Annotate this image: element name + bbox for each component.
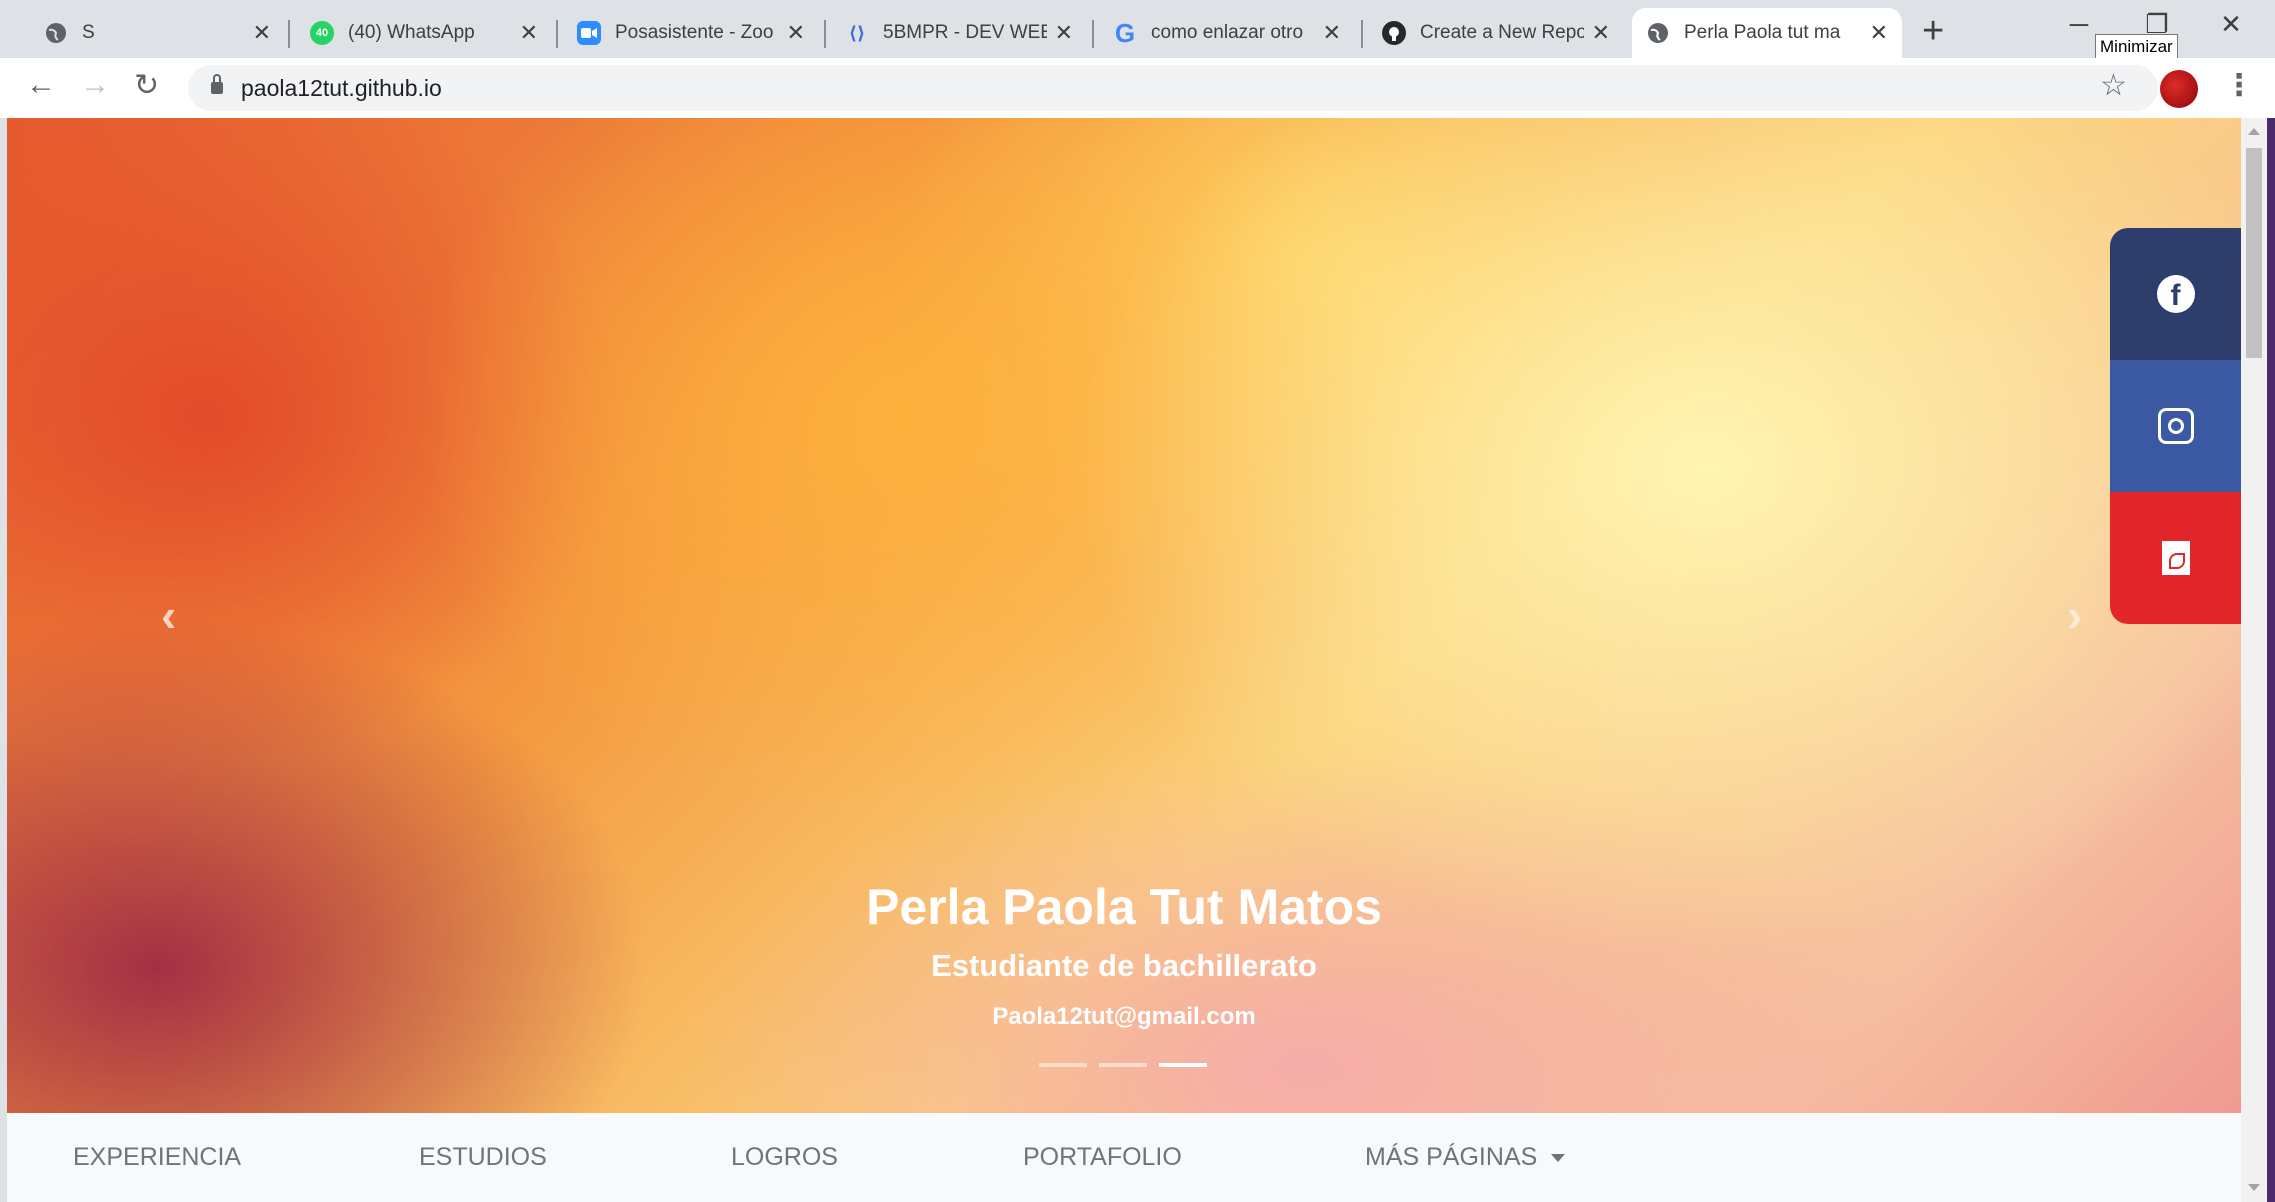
nav-item-portafolio[interactable]: PORTAFOLIO	[1023, 1143, 1182, 1172]
carousel-indicator[interactable]	[1039, 1063, 1087, 1067]
address-bar[interactable]: paola12tut.github.io	[188, 65, 2158, 111]
globe-icon	[1646, 21, 1670, 45]
facebook-link[interactable]: f	[2110, 228, 2241, 360]
nav-item-experiencia[interactable]: EXPERIENCIA	[73, 1143, 241, 1172]
scroll-down-icon[interactable]	[2248, 1184, 2260, 1191]
close-icon[interactable]: ✕	[787, 20, 805, 46]
close-icon[interactable]: ✕	[1055, 20, 1073, 46]
nav-item-mas-paginas[interactable]: MÁS PÁGINAS	[1365, 1143, 1566, 1172]
tab-dev-web[interactable]: ⟨⟩ 5BMPR - DEV WEE ✕	[831, 8, 1087, 58]
tab-title: como enlazar otro	[1151, 22, 1304, 43]
scroll-up-icon[interactable]	[2248, 128, 2260, 135]
tab-active-portfolio[interactable]: Perla Paola tut ma ✕	[1632, 8, 1902, 58]
tab-title: Perla Paola tut ma	[1684, 22, 1841, 43]
bookmark-star-icon[interactable]: ☆	[2100, 68, 2127, 103]
close-icon[interactable]: ✕	[253, 20, 271, 46]
github-icon	[1382, 21, 1406, 45]
globe-icon	[44, 21, 68, 45]
carousel-indicators	[1039, 1063, 1207, 1067]
tab-s[interactable]: S ✕	[30, 8, 285, 58]
radio-icon: ⟨⟩	[848, 22, 866, 43]
page-content: ‹ › Perla Paola Tut Matos Estudiante de …	[7, 118, 2241, 1202]
tab-title: (40) WhatsApp	[348, 22, 475, 43]
browser-window: S ✕ 40 (40) WhatsApp ✕ Posasistente - Zo…	[0, 0, 2275, 1202]
back-arrow-icon[interactable]: ←	[26, 68, 56, 102]
lock-icon	[211, 74, 223, 94]
hero-name: Perla Paola Tut Matos	[866, 879, 1382, 935]
hero-role: Estudiante de bachillerato	[931, 948, 1317, 983]
browser-toolbar: ← → ↻ paola12tut.github.io ☆ ⋮	[0, 58, 2275, 118]
scrollbar[interactable]	[2241, 118, 2267, 1202]
social-sidebar: f	[2110, 228, 2241, 624]
close-icon[interactable]: ✕	[1870, 20, 1888, 46]
tab-divider	[556, 20, 558, 48]
tab-google-search[interactable]: G como enlazar otro ✕	[1099, 8, 1355, 58]
close-icon[interactable]: ✕	[1592, 20, 1610, 46]
tab-strip: S ✕ 40 (40) WhatsApp ✕ Posasistente - Zo…	[0, 0, 2275, 60]
close-icon[interactable]: ✕	[520, 20, 538, 46]
carousel-indicator[interactable]	[1099, 1063, 1147, 1067]
carousel-indicator-active[interactable]	[1159, 1063, 1207, 1067]
close-icon[interactable]: ✕	[1323, 20, 1341, 46]
forward-arrow-icon[interactable]: →	[80, 68, 110, 102]
tab-zoom[interactable]: Posasistente - Zoo ✕	[563, 8, 819, 58]
nav-item-label: MÁS PÁGINAS	[1365, 1143, 1538, 1171]
whatsapp-icon: 40	[310, 21, 334, 45]
hero-carousel: ‹ › Perla Paola Tut Matos Estudiante de …	[7, 118, 2241, 1113]
instagram-icon	[2157, 408, 2194, 444]
facebook-icon: f	[2156, 275, 2195, 313]
tab-title: S	[82, 22, 95, 43]
carousel-next-icon[interactable]: ›	[2067, 588, 2082, 642]
avatar[interactable]	[2160, 70, 2198, 108]
instagram-link[interactable]	[2110, 360, 2241, 492]
reload-icon[interactable]: ↻	[134, 68, 159, 103]
tooltip: Minimizar	[2095, 34, 2178, 60]
tab-title: 5BMPR - DEV WEE	[883, 22, 1047, 43]
pdf-icon	[2161, 541, 2190, 575]
tab-title: Posasistente - Zoo	[615, 22, 774, 43]
new-tab-button[interactable]: +	[1922, 10, 1944, 53]
url-text[interactable]: paola12tut.github.io	[241, 75, 442, 102]
nav-item-estudios[interactable]: ESTUDIOS	[419, 1143, 547, 1172]
tab-divider	[1361, 20, 1363, 48]
carousel-prev-icon[interactable]: ‹	[161, 588, 176, 642]
nav-item-logros[interactable]: LOGROS	[731, 1143, 838, 1172]
tab-title: Create a New Repo	[1420, 22, 1584, 43]
scroll-thumb[interactable]	[2246, 148, 2262, 358]
desktop-background	[2267, 118, 2275, 1202]
tab-github[interactable]: Create a New Repo ✕	[1368, 8, 1624, 58]
kebab-menu-icon[interactable]: ⋮	[2224, 68, 2254, 103]
close-window-button[interactable]: ✕	[2194, 0, 2268, 48]
caret-down-icon	[1551, 1154, 1566, 1163]
tab-whatsapp[interactable]: 40 (40) WhatsApp ✕	[296, 8, 552, 58]
google-icon: G	[1114, 17, 1136, 48]
tab-divider	[288, 20, 290, 48]
hero-email: Paola12tut@gmail.com	[992, 1003, 1256, 1030]
tab-divider	[1092, 20, 1094, 48]
site-navbar: EXPERIENCIA ESTUDIOS LOGROS PORTAFOLIO M…	[7, 1113, 2241, 1202]
zoom-icon	[577, 21, 601, 45]
pdf-link[interactable]	[2110, 492, 2241, 624]
tab-divider	[824, 20, 826, 48]
